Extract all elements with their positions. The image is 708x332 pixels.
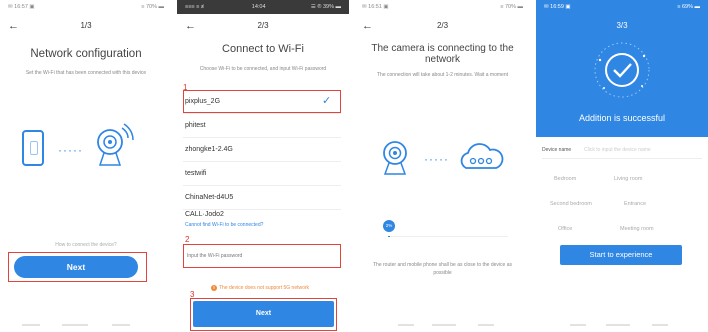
status-right: ≡ 70% ▬ <box>500 4 523 10</box>
screen-connect-wifi: ≡≡≡ ≡ ≢ 14:04 ☰ ® 39% ▬ ← 2/3 Connect to… <box>177 0 349 332</box>
status-right: ≡ 70% ▬ <box>141 4 164 10</box>
page-subtitle: The connection will take about 1-2 minut… <box>377 72 508 78</box>
room-option[interactable]: Entrance <box>624 201 646 207</box>
status-left: ✉ 16:51 ▣ <box>362 4 389 10</box>
cloud-icon <box>460 143 504 169</box>
divider <box>542 158 702 159</box>
status-bar: ✉ 16:57 ▣ ≡ 70% ▬ <box>0 0 172 14</box>
page-subtitle: Choose Wi-Fi to be connected, and input … <box>199 66 327 72</box>
nav-bar <box>62 324 88 326</box>
step-marker-2: 2 <box>185 235 190 244</box>
screen-addition-successful: ✉ 16:59 ▣ ≡ 69% ▬ 3/3 Addition is succes… <box>536 0 708 332</box>
device-name-label: Device name <box>542 147 572 153</box>
status-left: ✉ 16:57 ▣ <box>8 4 35 10</box>
status-bar: ✉ 16:59 ▣ ≡ 69% ▬ <box>536 0 708 14</box>
step-indicator: 3/3 <box>616 21 628 30</box>
start-experience-button[interactable]: Start to experience <box>560 245 682 265</box>
room-option[interactable]: Meeting room <box>620 226 654 232</box>
screen-camera-connecting: ✉ 16:51 ▣ ≡ 70% ▬ ← 2/3 The camera is co… <box>354 0 531 332</box>
wifi-item[interactable]: CALL·Jodo2 <box>183 210 341 218</box>
next-button[interactable]: Next <box>14 256 138 278</box>
page-title: Connect to Wi-Fi <box>222 43 304 55</box>
footer-hint: The router and mobile phone shall be as … <box>373 262 512 276</box>
wifi-password-input[interactable] <box>187 250 335 262</box>
progress-track <box>388 236 508 237</box>
nav-bar <box>22 324 40 326</box>
room-option[interactable]: Office <box>558 226 572 232</box>
room-option[interactable]: Bedroom <box>554 176 576 182</box>
nav-bar <box>478 324 494 326</box>
status-left: ≡≡≡ ≡ ≢ <box>185 4 207 10</box>
checkmark-icon: ✓ <box>322 95 332 107</box>
room-option[interactable]: Living room <box>614 176 642 182</box>
step-indicator: 1/3 <box>80 21 92 30</box>
status-time: 14:04 <box>251 4 266 10</box>
wifi-item[interactable]: testwifi <box>183 162 341 186</box>
success-check-icon <box>594 42 650 98</box>
step-indicator: 2/3 <box>436 21 449 30</box>
progress-fill <box>388 236 391 237</box>
phone-icon <box>22 130 44 166</box>
step-indicator: 2/3 <box>257 21 269 30</box>
nav-bar <box>652 324 668 326</box>
progress-bubble: 2% <box>383 220 395 232</box>
success-message: Addition is successful <box>578 113 666 123</box>
status-bar: ✉ 16:51 ▣ ≡ 70% ▬ <box>354 0 531 14</box>
how-to-connect-link[interactable]: How to connect the device? <box>0 242 172 248</box>
connecting-dots: ····· <box>424 152 449 166</box>
wifi-item[interactable]: zhongke1-2.4G <box>183 138 341 162</box>
status-left: ✉ 16:59 ▣ <box>544 4 571 10</box>
warning-text: The device does not support 5G network <box>219 285 310 291</box>
room-option[interactable]: Second bedroom <box>550 201 592 207</box>
nav-bar <box>398 324 414 326</box>
camera-icon <box>97 123 134 166</box>
nav-bar <box>112 324 130 326</box>
status-right: ≡ 69% ▬ <box>677 4 700 10</box>
page-title: Network configuration <box>30 48 142 60</box>
wifi-item[interactable]: ChinaNet-d4U5 <box>183 186 341 210</box>
warning-icon: ! <box>211 285 217 291</box>
page-subtitle: Set the Wi-Fi that has been connected wi… <box>25 70 147 76</box>
device-name-input[interactable]: Click to input the device name <box>584 147 651 153</box>
screen-network-configuration: ✉ 16:57 ▣ ≡ 70% ▬ ← 1/3 Network configur… <box>0 0 172 332</box>
nav-bar <box>606 324 630 326</box>
status-right: ☰ ® 39% ▬ <box>310 4 341 10</box>
cannot-find-wifi-link[interactable]: Cannot find Wi-Fi to be connected? <box>185 222 263 228</box>
connecting-dots: ····· <box>58 143 83 157</box>
camera-icon <box>383 141 407 175</box>
next-button[interactable]: Next <box>193 301 334 327</box>
status-bar: ≡≡≡ ≡ ≢ 14:04 ☰ ® 39% ▬ <box>177 0 349 14</box>
nav-bar <box>570 324 586 326</box>
wifi-item[interactable]: pixplus_2G <box>183 90 341 114</box>
nav-bar <box>432 324 456 326</box>
wifi-item[interactable]: phitest <box>183 114 341 138</box>
page-title: The camera is connecting to the network <box>371 43 514 65</box>
